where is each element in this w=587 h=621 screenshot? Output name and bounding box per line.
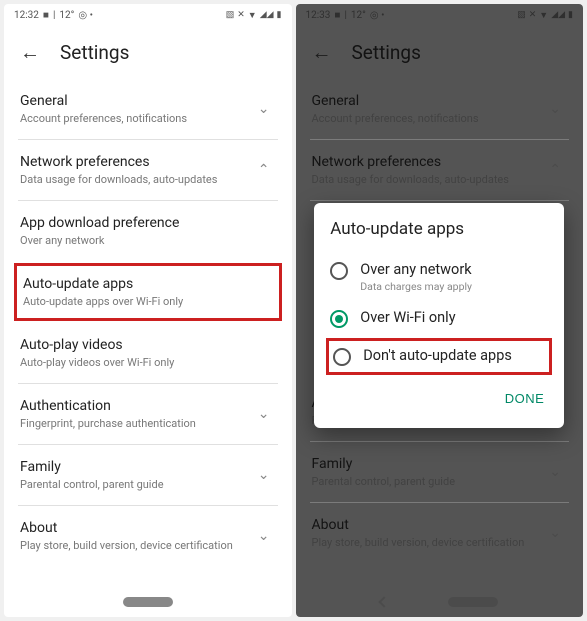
chevron-down-icon: ⌄ <box>252 101 276 117</box>
section-title: Authentication <box>20 398 252 414</box>
section-autoplay[interactable]: Auto-play videos Auto-play videos over W… <box>18 323 278 384</box>
section-title: Family <box>20 459 252 475</box>
section-network[interactable]: Network preferences Data usage for downl… <box>310 140 570 201</box>
status-icon: ◎ • <box>370 10 385 21</box>
section-general[interactable]: General Account preferences, notificatio… <box>18 79 278 140</box>
section-title: Auto-update apps <box>23 276 273 292</box>
chevron-down-icon: ⌄ <box>543 101 567 117</box>
nav-back-icon[interactable] <box>379 596 390 607</box>
status-divider: | <box>53 10 55 21</box>
section-title: Network preferences <box>312 154 544 170</box>
section-about[interactable]: About Play store, build version, device … <box>18 506 278 566</box>
radio-label: Over Wi-Fi only <box>360 309 455 326</box>
page-title: Settings <box>60 41 129 64</box>
chevron-down-icon: ⌄ <box>252 467 276 483</box>
chevron-up-icon: ⌃ <box>543 162 567 178</box>
mute-icon: ✕ <box>237 10 245 20</box>
section-sub: Parental control, parent guide <box>312 475 544 488</box>
section-sub: Fingerprint, purchase authentication <box>20 417 252 430</box>
section-auto-update-highlighted[interactable]: Auto-update apps Auto-update apps over W… <box>14 263 282 321</box>
section-sub: Auto-update apps over Wi-Fi only <box>23 295 273 308</box>
status-icon: ◎ • <box>78 10 93 21</box>
mute-icon: ✕ <box>529 10 537 20</box>
status-icon: ■ <box>43 10 49 21</box>
done-button[interactable]: DONE <box>501 385 549 412</box>
section-title: General <box>20 93 252 109</box>
radio-label: Don't auto-update apps <box>363 347 512 364</box>
section-sub: Play store, build version, device certif… <box>312 536 544 549</box>
nav-bar <box>4 587 292 617</box>
status-bar: 12:32 ■ | 12° ◎ • ▧ ✕ ▼ ◢◢ ▮ <box>4 4 292 26</box>
section-network[interactable]: Network preferences Data usage for downl… <box>18 140 278 201</box>
section-sub: Play store, build version, device certif… <box>20 539 252 552</box>
section-title: Family <box>312 456 544 472</box>
section-auth[interactable]: Authentication Fingerprint, purchase aut… <box>18 384 278 445</box>
chevron-down-icon: ⌄ <box>543 525 567 541</box>
radio-icon-selected[interactable] <box>330 310 348 328</box>
section-about[interactable]: About Play store, build version, device … <box>310 503 570 563</box>
signal-icon: ◢◢ <box>551 10 565 20</box>
section-app-download[interactable]: App download preference Over any network <box>18 201 278 261</box>
cast-icon: ▧ <box>517 10 526 20</box>
chevron-down-icon: ⌄ <box>543 464 567 480</box>
section-sub: Over any network <box>20 234 276 247</box>
section-sub: Data usage for downloads, auto-updates <box>312 173 544 186</box>
radio-wifi-only[interactable]: Over Wi-Fi only <box>330 301 548 336</box>
status-icon: ■ <box>334 10 340 21</box>
wifi-icon: ▼ <box>248 10 257 21</box>
header: ← Settings <box>296 26 584 79</box>
section-title: Auto-play videos <box>20 337 276 353</box>
status-temp: 12° <box>59 10 74 21</box>
status-bar: 12:33 ■ | 12° ◎ • ▧ ✕ ▼ ◢◢ ▮ <box>296 4 584 26</box>
page-title: Settings <box>352 41 421 64</box>
screen-right: 12:33 ■ | 12° ◎ • ▧ ✕ ▼ ◢◢ ▮ ← Settings … <box>296 4 584 617</box>
section-sub: Data usage for downloads, auto-updates <box>20 173 252 186</box>
auto-update-dialog: Auto-update apps Over any network Data c… <box>314 203 564 428</box>
status-time: 12:32 <box>14 10 39 21</box>
radio-dont-auto-update-highlighted[interactable]: Don't auto-update apps <box>326 338 552 375</box>
section-title: App download preference <box>20 215 276 231</box>
section-title: About <box>312 517 544 533</box>
status-temp: 12° <box>351 10 366 21</box>
radio-over-any-network[interactable]: Over any network Data charges may apply <box>330 253 548 301</box>
chevron-up-icon: ⌃ <box>252 162 276 178</box>
section-sub: Parental control, parent guide <box>20 478 252 491</box>
nav-bar <box>296 587 584 617</box>
cast-icon: ▧ <box>226 10 235 20</box>
section-family[interactable]: Family Parental control, parent guide ⌄ <box>18 445 278 506</box>
dialog-title: Auto-update apps <box>330 219 548 239</box>
nav-home-pill[interactable] <box>123 597 173 607</box>
signal-icon: ◢◢ <box>260 10 274 20</box>
battery-icon: ▮ <box>277 10 282 20</box>
section-title: General <box>312 93 544 109</box>
status-time: 12:33 <box>306 10 331 21</box>
status-divider: | <box>344 10 346 21</box>
chevron-down-icon: ⌄ <box>252 406 276 422</box>
screen-left: 12:32 ■ | 12° ◎ • ▧ ✕ ▼ ◢◢ ▮ ← Settings … <box>4 4 292 617</box>
settings-list: General Account preferences, notificatio… <box>4 79 292 566</box>
section-sub: Auto-play videos over Wi-Fi only <box>20 356 276 369</box>
wifi-icon: ▼ <box>539 10 548 21</box>
section-general[interactable]: General Account preferences, notificatio… <box>310 79 570 140</box>
back-arrow-icon[interactable]: ← <box>20 40 40 65</box>
header: ← Settings <box>4 26 292 79</box>
back-arrow-icon[interactable]: ← <box>312 40 332 65</box>
radio-icon[interactable] <box>330 262 348 280</box>
nav-home-pill[interactable] <box>448 597 498 607</box>
radio-sub: Data charges may apply <box>360 280 472 293</box>
section-sub: Account preferences, notifications <box>20 112 252 125</box>
radio-label: Over any network <box>360 261 472 278</box>
section-title: About <box>20 520 252 536</box>
chevron-down-icon: ⌄ <box>252 528 276 544</box>
section-sub: Account preferences, notifications <box>312 112 544 125</box>
radio-icon[interactable] <box>333 348 351 366</box>
battery-icon: ▮ <box>568 10 573 20</box>
section-title: Network preferences <box>20 154 252 170</box>
section-family[interactable]: Family Parental control, parent guide ⌄ <box>310 442 570 503</box>
